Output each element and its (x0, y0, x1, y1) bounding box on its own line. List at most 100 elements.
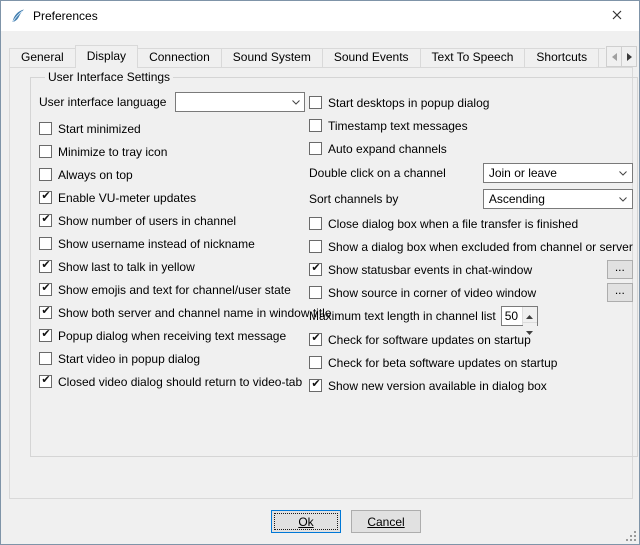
spinbox-value: 50 (502, 309, 522, 323)
checkbox-label: Start minimized (58, 122, 141, 136)
statusbar-events-row: Show statusbar events in chat-window ... (309, 258, 633, 281)
checkbox-start-minimized[interactable]: Start minimized (39, 122, 141, 136)
language-row: User interface language (39, 91, 305, 113)
checkbox-vu-meter-updates[interactable]: Enable VU-meter updates (39, 191, 196, 205)
checkbox-last-talk-yellow[interactable]: Show last to talk in yellow (39, 260, 195, 274)
checkbox-label: Show emojis and text for channel/user st… (58, 283, 291, 297)
checkbox-check-beta-updates[interactable]: Check for beta software updates on start… (309, 356, 557, 370)
tab-scroll-right-button[interactable] (621, 46, 637, 67)
spin-up-icon (526, 307, 533, 322)
checkbox-box (309, 333, 322, 346)
checkbox-label: Start video in popup dialog (58, 352, 200, 366)
checkbox-popup-text-message[interactable]: Popup dialog when receiving text message (39, 329, 286, 343)
checkbox-label: Start desktops in popup dialog (328, 96, 489, 110)
checkbox-check-updates[interactable]: Check for software updates on startup (309, 333, 531, 347)
spin-buttons (522, 307, 537, 325)
user-interface-settings-group: User Interface Settings User interface l… (30, 70, 638, 457)
resize-grip[interactable] (624, 529, 637, 542)
checkbox-server-channel-title[interactable]: Show both server and channel name in win… (39, 306, 305, 320)
checkbox-label: Show last to talk in yellow (58, 260, 195, 274)
combo-value: Ascending (484, 192, 615, 206)
tab-text-to-speech[interactable]: Text To Speech (420, 48, 526, 67)
checkbox-box (39, 329, 52, 342)
checkbox-timestamp-messages[interactable]: Timestamp text messages (309, 119, 468, 133)
tab-scroll-left-button[interactable] (606, 46, 622, 67)
checkbox-label: Auto expand channels (328, 142, 447, 156)
double-click-row: Double click on a channel Join or leave (309, 160, 633, 186)
close-button[interactable] (594, 1, 639, 30)
ok-label: Ok (298, 515, 313, 529)
checkbox-auto-expand-channels[interactable]: Auto expand channels (309, 142, 447, 156)
tab-video[interactable]: Video (598, 48, 605, 67)
tab-sound-system[interactable]: Sound System (221, 48, 323, 67)
checkbox-box (39, 283, 52, 296)
app-icon (10, 8, 26, 24)
checkbox-excluded-dialog[interactable]: Show a dialog box when excluded from cha… (309, 240, 633, 254)
sort-channels-combobox[interactable]: Ascending (483, 189, 633, 209)
checkbox-box (39, 352, 52, 365)
tab-connection[interactable]: Connection (137, 48, 222, 67)
checkbox-label: Show both server and channel name in win… (58, 306, 332, 320)
checkbox-emoji-text-state[interactable]: Show emojis and text for channel/user st… (39, 283, 291, 297)
tab-bar: General Display Connection Sound System … (9, 45, 637, 68)
checkbox-label: Show source in corner of video window (328, 286, 536, 300)
checkbox-box (39, 191, 52, 204)
video-source-row: Show source in corner of video window ..… (309, 281, 633, 304)
checkbox-box (39, 237, 52, 250)
max-text-length-spinbox[interactable]: 50 (501, 306, 538, 326)
checkbox-label: Show statusbar events in chat-window (328, 263, 532, 277)
checkbox-label: Enable VU-meter updates (58, 191, 196, 205)
checkbox-label: Close dialog box when a file transfer is… (328, 217, 578, 231)
checkbox-close-filetransfer-dialog[interactable]: Close dialog box when a file transfer is… (309, 217, 578, 231)
checkbox-username-instead-nickname[interactable]: Show username instead of nickname (39, 237, 255, 251)
tab-general[interactable]: General (9, 48, 76, 67)
checkbox-label: Check for beta software updates on start… (328, 356, 557, 370)
checkbox-statusbar-events[interactable]: Show statusbar events in chat-window (309, 263, 532, 277)
checkbox-minimize-tray[interactable]: Minimize to tray icon (39, 145, 167, 159)
language-combobox[interactable] (175, 92, 305, 112)
tab-sound-events[interactable]: Sound Events (322, 48, 421, 67)
checkbox-label: Popup dialog when receiving text message (58, 329, 286, 343)
double-click-label: Double click on a channel (309, 166, 446, 180)
checkbox-box (39, 145, 52, 158)
checkbox-start-desktops-popup[interactable]: Start desktops in popup dialog (309, 96, 489, 110)
checkbox-box (309, 96, 322, 109)
checkbox-box (39, 214, 52, 227)
checkbox-box (309, 379, 322, 392)
checkbox-box (309, 240, 322, 253)
video-source-config-button[interactable]: ... (607, 283, 633, 302)
checkbox-label: Minimize to tray icon (58, 145, 167, 159)
checkbox-label: Show new version available in dialog box (328, 379, 547, 393)
tab-shortcuts[interactable]: Shortcuts (524, 48, 599, 67)
checkbox-video-source-corner[interactable]: Show source in corner of video window (309, 286, 536, 300)
double-click-combobox[interactable]: Join or leave (483, 163, 633, 183)
checkbox-label: Check for software updates on startup (328, 333, 531, 347)
cancel-button[interactable]: Cancel (351, 510, 421, 533)
spin-up-button[interactable] (523, 307, 537, 322)
checkbox-label: Always on top (58, 168, 133, 182)
statusbar-events-config-button[interactable]: ... (607, 260, 633, 279)
checkbox-box (309, 119, 322, 132)
checkbox-video-popup[interactable]: Start video in popup dialog (39, 352, 200, 366)
checkbox-always-on-top[interactable]: Always on top (39, 168, 133, 182)
window-title: Preferences (33, 9, 98, 23)
chevron-down-icon (287, 93, 304, 111)
checkbox-user-count-channel[interactable]: Show number of users in channel (39, 214, 236, 228)
tab-scrollers (606, 46, 637, 67)
checkbox-box (39, 122, 52, 135)
checkbox-box (309, 356, 322, 369)
titlebar: Preferences (1, 1, 639, 31)
checkbox-box (309, 263, 322, 276)
max-text-length-label: Maximum text length in channel list (309, 309, 496, 323)
left-column: User interface language Start minimized … (39, 86, 305, 393)
tab-display[interactable]: Display (75, 45, 138, 68)
checkbox-label: Timestamp text messages (328, 119, 468, 133)
right-column: Start desktops in popup dialog Timestamp… (309, 86, 633, 397)
checkbox-label: Show a dialog box when excluded from cha… (328, 240, 633, 254)
ok-button[interactable]: Ok (271, 510, 341, 533)
checkbox-new-version-dialog[interactable]: Show new version available in dialog box (309, 379, 547, 393)
chevron-down-icon (615, 190, 632, 208)
tab-strip: General Display Connection Sound System … (9, 45, 605, 68)
close-icon (612, 8, 622, 23)
checkbox-video-return-tab[interactable]: Closed video dialog should return to vid… (39, 375, 302, 389)
